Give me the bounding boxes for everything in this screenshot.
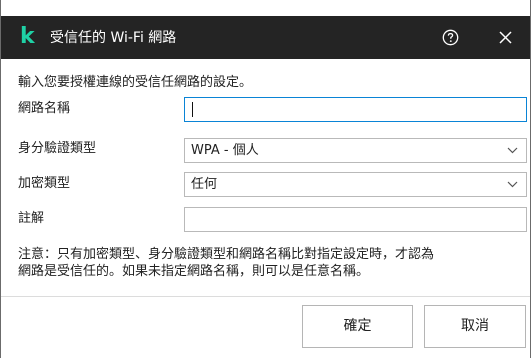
encryption-type-value: 任何 — [191, 177, 218, 192]
auth-type-label: 身分驗證類型 — [18, 141, 97, 156]
chevron-down-icon — [507, 147, 518, 154]
note-text: 注意：只有加密類型、身分驗證類型和網路名稱比對指定設定時，才認為 網路是受信任的… — [18, 246, 523, 280]
auth-type-value: WPA - 個人 — [191, 143, 259, 158]
encryption-type-label: 加密類型 — [18, 176, 71, 191]
encryption-type-select[interactable]: 任何 — [184, 172, 527, 197]
title-bar: k 受信任的 Wi-Fi 網路 — [1, 16, 530, 59]
auth-type-select[interactable]: WPA - 個人 — [184, 138, 527, 163]
question-circle-icon[interactable] — [442, 29, 459, 46]
note-line-1: 注意：只有加密類型、身分驗證類型和網路名稱比對指定設定時，才認為 — [18, 247, 435, 262]
text-caret — [192, 102, 193, 117]
trusted-wifi-dialog: k 受信任的 Wi-Fi 網路 輸入您要授權連線的受信任網路的設定。 網路名稱 … — [0, 0, 531, 358]
footer-divider — [1, 296, 530, 297]
cancel-button[interactable]: 取消 — [424, 305, 526, 348]
network-name-label: 網路名稱 — [18, 101, 71, 116]
dialog-title: 受信任的 Wi-Fi 網路 — [50, 30, 177, 46]
comment-input[interactable] — [184, 207, 527, 232]
chevron-down-icon — [507, 181, 518, 188]
instruction-text: 輸入您要授權連線的受信任網路的設定。 — [18, 75, 253, 90]
close-icon[interactable] — [498, 30, 513, 45]
note-line-2: 網路是受信任的。如果未指定網路名稱，則可以是任意名稱。 — [18, 264, 370, 279]
kaspersky-logo-icon: k — [20, 24, 35, 49]
comment-label: 註解 — [18, 211, 45, 226]
ok-button[interactable]: 確定 — [302, 305, 413, 348]
network-name-input[interactable] — [184, 97, 527, 122]
